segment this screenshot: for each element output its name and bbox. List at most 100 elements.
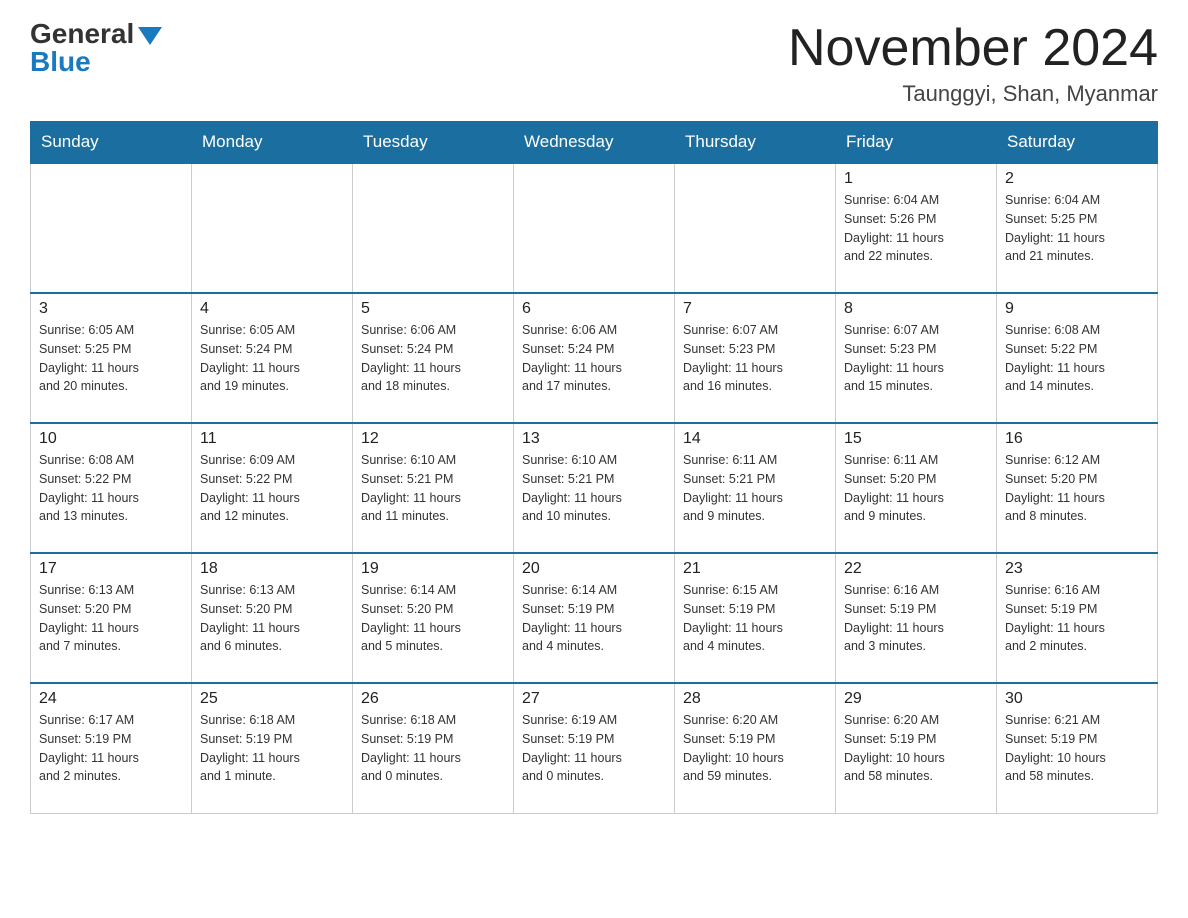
calendar-header-saturday: Saturday: [997, 122, 1158, 164]
day-number: 6: [522, 300, 666, 318]
calendar-header-thursday: Thursday: [675, 122, 836, 164]
calendar-cell: 12Sunrise: 6:10 AM Sunset: 5:21 PM Dayli…: [353, 423, 514, 553]
day-number: 29: [844, 690, 988, 708]
calendar-week-row: 24Sunrise: 6:17 AM Sunset: 5:19 PM Dayli…: [31, 683, 1158, 813]
calendar-week-row: 10 Sunrise: 6:08 AM Sunset: 5:22 PM Dayli…: [31, 423, 1158, 553]
day-number: 4: [200, 300, 344, 318]
calendar-header-row: SundayMondayTuesdayWednesdayThursdayFrid…: [31, 122, 1158, 164]
calendar-cell: 10 Sunrise: 6:08 AM Sunset: 5:22 PM Dayli…: [31, 423, 192, 553]
day-number: 18: [200, 560, 344, 578]
calendar-header-wednesday: Wednesday: [514, 122, 675, 164]
day-info: Sunrise: 6:15 AM Sunset: 5:19 PM Dayligh…: [683, 581, 827, 656]
day-info: Sunrise: 6:18 AM Sunset: 5:19 PM Dayligh…: [361, 711, 505, 786]
day-info: Sunrise: 6:04 AM Sunset: 5:25 PM Dayligh…: [1005, 191, 1149, 266]
day-info: Sunrise: 6:17 AM Sunset: 5:19 PM Dayligh…: [39, 711, 183, 786]
calendar-cell: 24Sunrise: 6:17 AM Sunset: 5:19 PM Dayli…: [31, 683, 192, 813]
day-info: Sunrise: 6:04 AM Sunset: 5:26 PM Dayligh…: [844, 191, 988, 266]
day-number: 20: [522, 560, 666, 578]
calendar-week-row: 3 Sunrise: 6:05 AM Sunset: 5:25 PM Daylig…: [31, 293, 1158, 423]
page-header: General Blue November 2024 Taunggyi, Sha…: [30, 20, 1158, 107]
logo-blue-text: Blue: [30, 48, 91, 76]
calendar-cell: 17 Sunrise: 6:13 AM Sunset: 5:20 PM Dayli…: [31, 553, 192, 683]
day-info: Sunrise: 6:08 AM Sunset: 5:22 PM Dayligh…: [39, 451, 183, 526]
day-number: 30: [1005, 690, 1149, 708]
calendar-cell: 21 Sunrise: 6:15 AM Sunset: 5:19 PM Dayli…: [675, 553, 836, 683]
calendar-cell: 15Sunrise: 6:11 AM Sunset: 5:20 PM Dayli…: [836, 423, 997, 553]
day-info: Sunrise: 6:20 AM Sunset: 5:19 PM Dayligh…: [683, 711, 827, 786]
calendar-cell: 4 Sunrise: 6:05 AM Sunset: 5:24 PM Daylig…: [192, 293, 353, 423]
day-info: Sunrise: 6:14 AM Sunset: 5:19 PM Dayligh…: [522, 581, 666, 656]
month-title: November 2024: [788, 20, 1158, 77]
day-number: 28: [683, 690, 827, 708]
calendar-cell: 28 Sunrise: 6:20 AM Sunset: 5:19 PM Dayli…: [675, 683, 836, 813]
calendar-cell: 8 Sunrise: 6:07 AM Sunset: 5:23 PM Daylig…: [836, 293, 997, 423]
calendar-cell: [353, 163, 514, 293]
day-number: 25: [200, 690, 344, 708]
day-info: Sunrise: 6:14 AM Sunset: 5:20 PM Dayligh…: [361, 581, 505, 656]
calendar-cell: 20 Sunrise: 6:14 AM Sunset: 5:19 PM Dayli…: [514, 553, 675, 683]
calendar-cell: 13 Sunrise: 6:10 AM Sunset: 5:21 PM Dayli…: [514, 423, 675, 553]
calendar-table: SundayMondayTuesdayWednesdayThursdayFrid…: [30, 121, 1158, 814]
calendar-cell: 7 Sunrise: 6:07 AM Sunset: 5:23 PM Daylig…: [675, 293, 836, 423]
day-number: 17: [39, 560, 183, 578]
calendar-cell: 9 Sunrise: 6:08 AM Sunset: 5:22 PM Daylig…: [997, 293, 1158, 423]
day-number: 23: [1005, 560, 1149, 578]
day-info: Sunrise: 6:07 AM Sunset: 5:23 PM Dayligh…: [844, 321, 988, 396]
day-info: Sunrise: 6:16 AM Sunset: 5:19 PM Dayligh…: [1005, 581, 1149, 656]
day-info: Sunrise: 6:06 AM Sunset: 5:24 PM Dayligh…: [522, 321, 666, 396]
day-number: 13: [522, 430, 666, 448]
day-number: 11: [200, 430, 344, 448]
day-number: 5: [361, 300, 505, 318]
calendar-cell: 1 Sunrise: 6:04 AM Sunset: 5:26 PM Daylig…: [836, 163, 997, 293]
day-info: Sunrise: 6:05 AM Sunset: 5:24 PM Dayligh…: [200, 321, 344, 396]
logo: General Blue: [30, 20, 162, 76]
logo-triangle-icon: [138, 27, 162, 45]
calendar-cell: 2Sunrise: 6:04 AM Sunset: 5:25 PM Daylig…: [997, 163, 1158, 293]
calendar-cell: [192, 163, 353, 293]
day-info: Sunrise: 6:20 AM Sunset: 5:19 PM Dayligh…: [844, 711, 988, 786]
calendar-cell: 18 Sunrise: 6:13 AM Sunset: 5:20 PM Dayli…: [192, 553, 353, 683]
calendar-cell: 5Sunrise: 6:06 AM Sunset: 5:24 PM Daylig…: [353, 293, 514, 423]
location-text: Taunggyi, Shan, Myanmar: [788, 81, 1158, 107]
day-number: 27: [522, 690, 666, 708]
calendar-cell: 30 Sunrise: 6:21 AM Sunset: 5:19 PM Dayli…: [997, 683, 1158, 813]
day-number: 16: [1005, 430, 1149, 448]
day-info: Sunrise: 6:09 AM Sunset: 5:22 PM Dayligh…: [200, 451, 344, 526]
calendar-cell: 16Sunrise: 6:12 AM Sunset: 5:20 PM Dayli…: [997, 423, 1158, 553]
day-number: 1: [844, 170, 988, 188]
day-info: Sunrise: 6:21 AM Sunset: 5:19 PM Dayligh…: [1005, 711, 1149, 786]
day-number: 3: [39, 300, 183, 318]
day-info: Sunrise: 6:18 AM Sunset: 5:19 PM Dayligh…: [200, 711, 344, 786]
day-info: Sunrise: 6:13 AM Sunset: 5:20 PM Dayligh…: [39, 581, 183, 656]
calendar-cell: 14 Sunrise: 6:11 AM Sunset: 5:21 PM Dayli…: [675, 423, 836, 553]
day-number: 15: [844, 430, 988, 448]
calendar-cell: 22 Sunrise: 6:16 AM Sunset: 5:19 PM Dayli…: [836, 553, 997, 683]
day-info: Sunrise: 6:10 AM Sunset: 5:21 PM Dayligh…: [522, 451, 666, 526]
day-number: 22: [844, 560, 988, 578]
calendar-header-sunday: Sunday: [31, 122, 192, 164]
day-number: 9: [1005, 300, 1149, 318]
calendar-cell: 6 Sunrise: 6:06 AM Sunset: 5:24 PM Daylig…: [514, 293, 675, 423]
day-info: Sunrise: 6:05 AM Sunset: 5:25 PM Dayligh…: [39, 321, 183, 396]
calendar-cell: 23 Sunrise: 6:16 AM Sunset: 5:19 PM Dayli…: [997, 553, 1158, 683]
day-number: 7: [683, 300, 827, 318]
day-number: 21: [683, 560, 827, 578]
calendar-cell: 3 Sunrise: 6:05 AM Sunset: 5:25 PM Daylig…: [31, 293, 192, 423]
day-info: Sunrise: 6:07 AM Sunset: 5:23 PM Dayligh…: [683, 321, 827, 396]
day-number: 19: [361, 560, 505, 578]
day-number: 14: [683, 430, 827, 448]
calendar-cell: 25 Sunrise: 6:18 AM Sunset: 5:19 PM Dayli…: [192, 683, 353, 813]
day-info: Sunrise: 6:16 AM Sunset: 5:19 PM Dayligh…: [844, 581, 988, 656]
calendar-header-tuesday: Tuesday: [353, 122, 514, 164]
calendar-week-row: 1 Sunrise: 6:04 AM Sunset: 5:26 PM Daylig…: [31, 163, 1158, 293]
day-number: 10: [39, 430, 183, 448]
day-info: Sunrise: 6:13 AM Sunset: 5:20 PM Dayligh…: [200, 581, 344, 656]
calendar-header-friday: Friday: [836, 122, 997, 164]
day-info: Sunrise: 6:10 AM Sunset: 5:21 PM Dayligh…: [361, 451, 505, 526]
calendar-cell: [31, 163, 192, 293]
day-info: Sunrise: 6:08 AM Sunset: 5:22 PM Dayligh…: [1005, 321, 1149, 396]
day-info: Sunrise: 6:11 AM Sunset: 5:21 PM Dayligh…: [683, 451, 827, 526]
day-number: 26: [361, 690, 505, 708]
day-number: 8: [844, 300, 988, 318]
calendar-cell: 19 Sunrise: 6:14 AM Sunset: 5:20 PM Dayli…: [353, 553, 514, 683]
